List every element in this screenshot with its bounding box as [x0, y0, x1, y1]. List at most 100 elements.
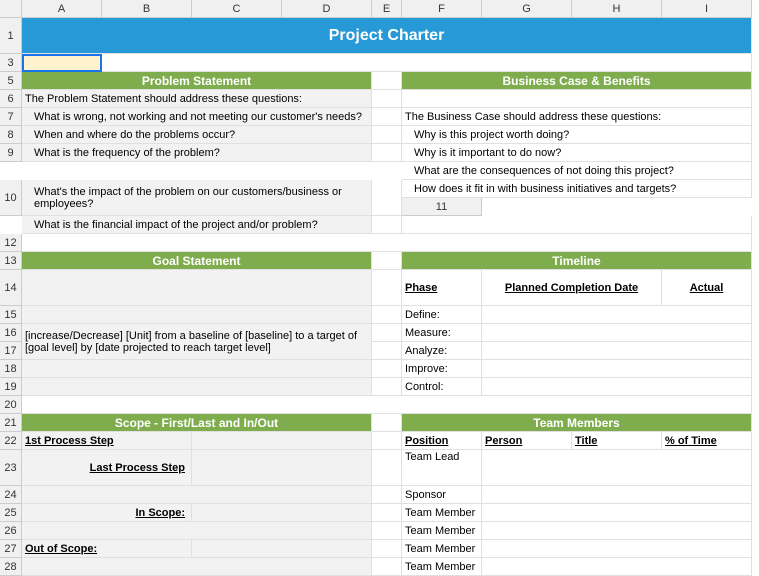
cell[interactable] [372, 432, 402, 450]
cell[interactable] [372, 324, 402, 342]
goal-blank [22, 270, 372, 306]
goal-text: [increase/Decrease] [Unit] from a baseli… [22, 324, 372, 360]
row-12[interactable]: 12 [0, 234, 22, 252]
col-I[interactable]: I [662, 0, 752, 18]
col-C[interactable]: C [192, 0, 282, 18]
scope-out: Out of Scope: [22, 540, 192, 558]
row-21[interactable]: 21 [0, 414, 22, 432]
cell[interactable] [482, 450, 752, 486]
blank-row [22, 234, 752, 252]
cell[interactable] [372, 252, 402, 270]
cell[interactable] [482, 342, 752, 360]
cell[interactable] [482, 378, 752, 396]
cell[interactable] [482, 324, 752, 342]
row-3[interactable]: 3 [0, 54, 22, 72]
row-6[interactable]: 6 [0, 90, 22, 108]
row-19[interactable]: 19 [0, 378, 22, 396]
cell[interactable] [372, 522, 402, 540]
cell[interactable] [372, 378, 402, 396]
cell[interactable] [372, 342, 402, 360]
cell[interactable] [192, 540, 372, 558]
cell[interactable] [372, 486, 402, 504]
cell[interactable] [482, 522, 752, 540]
row-15[interactable]: 15 [0, 306, 22, 324]
cell[interactable] [102, 54, 752, 72]
row-8[interactable]: 8 [0, 126, 22, 144]
cell[interactable] [372, 90, 402, 108]
row-24[interactable]: 24 [0, 486, 22, 504]
row-1[interactable]: 1 [0, 18, 22, 54]
team-member-3: Team Member [402, 540, 482, 558]
cell[interactable] [372, 180, 402, 216]
cell[interactable] [372, 216, 402, 234]
cell[interactable] [402, 216, 752, 234]
row-11[interactable]: 11 [402, 198, 482, 216]
row-18[interactable]: 18 [0, 360, 22, 378]
scope-in: In Scope: [22, 504, 192, 522]
row-7[interactable]: 7 [0, 108, 22, 126]
timeline-header: Timeline [402, 252, 752, 270]
row-9[interactable]: 9 [0, 144, 22, 162]
cell[interactable] [372, 108, 402, 126]
cell[interactable] [372, 306, 402, 324]
col-A[interactable]: A [22, 0, 102, 18]
cell[interactable] [372, 450, 402, 486]
cell[interactable] [372, 144, 402, 162]
timeline-planned-h: Planned Completion Date [482, 270, 662, 306]
cell[interactable] [482, 504, 752, 522]
cell[interactable] [482, 558, 752, 576]
row-28[interactable]: 28 [0, 558, 22, 576]
row-16[interactable]: 16 [0, 324, 22, 342]
cell[interactable] [192, 432, 372, 450]
row-17[interactable]: 17 [0, 342, 22, 360]
cell[interactable] [372, 126, 402, 144]
cell[interactable] [372, 360, 402, 378]
cell[interactable] [372, 270, 402, 306]
cell[interactable] [482, 360, 752, 378]
spreadsheet-grid[interactable]: A B C D E F G H I 1 Project Charter 3 5 … [0, 0, 759, 576]
row-25[interactable]: 25 [0, 504, 22, 522]
row-5[interactable]: 5 [0, 72, 22, 90]
col-H[interactable]: H [572, 0, 662, 18]
cell[interactable] [372, 540, 402, 558]
row-20[interactable]: 20 [0, 396, 22, 414]
col-G[interactable]: G [482, 0, 572, 18]
row-10[interactable]: 10 [0, 180, 22, 216]
cell[interactable] [192, 504, 372, 522]
row-22[interactable]: 22 [0, 432, 22, 450]
row-13[interactable]: 13 [0, 252, 22, 270]
cell[interactable] [22, 522, 372, 540]
team-lead: Team Lead [402, 450, 482, 486]
cell[interactable] [372, 414, 402, 432]
cell-A3-selected[interactable] [22, 54, 102, 72]
row-27[interactable]: 27 [0, 540, 22, 558]
row-14[interactable]: 14 [0, 270, 22, 306]
cell[interactable] [372, 504, 402, 522]
title-band: Project Charter [22, 18, 752, 54]
timeline-improve: Improve: [402, 360, 482, 378]
blank-row [22, 396, 752, 414]
cell[interactable] [372, 72, 402, 90]
cell[interactable] [22, 486, 372, 504]
col-B[interactable]: B [102, 0, 192, 18]
team-sponsor: Sponsor [402, 486, 482, 504]
cell[interactable] [482, 306, 752, 324]
problem-q3: What is the frequency of the problem? [22, 144, 372, 162]
timeline-analyze: Analyze: [402, 342, 482, 360]
col-D[interactable]: D [282, 0, 372, 18]
cell[interactable] [482, 540, 752, 558]
scope-first: 1st Process Step [22, 432, 192, 450]
cell[interactable] [372, 558, 402, 576]
cell[interactable] [192, 450, 372, 486]
business-q1: Why is this project worth doing? [402, 126, 752, 144]
col-F[interactable]: F [402, 0, 482, 18]
select-all-corner[interactable] [0, 0, 22, 18]
goal-blank2 [22, 306, 372, 324]
goal-blank3 [22, 360, 372, 378]
col-E[interactable]: E [372, 0, 402, 18]
cell[interactable] [22, 558, 372, 576]
problem-statement-header: Problem Statement [22, 72, 372, 90]
row-26[interactable]: 26 [0, 522, 22, 540]
row-23[interactable]: 23 [0, 450, 22, 486]
cell[interactable] [482, 486, 752, 504]
